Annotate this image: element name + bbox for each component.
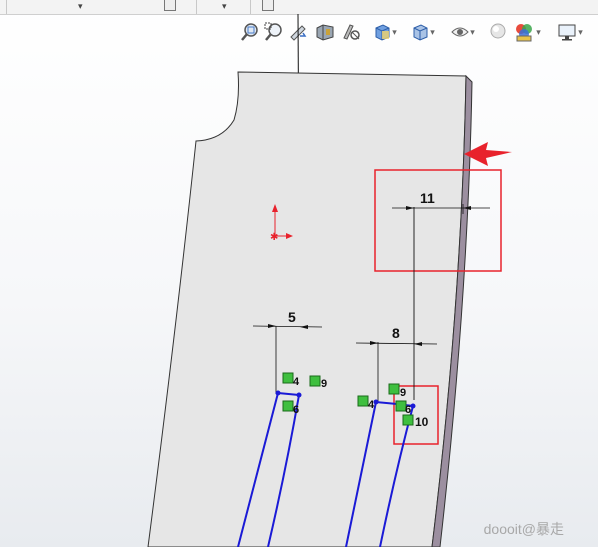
watermark: doooit@暴走 <box>483 521 564 537</box>
relation-icon <box>282 372 294 384</box>
relation-icon <box>402 414 414 426</box>
dimension-8-text[interactable]: 8 <box>392 325 400 341</box>
relation-label: 9 <box>400 387 406 399</box>
relation-label: 6 <box>293 404 299 416</box>
relation-label: 6 <box>405 404 411 416</box>
relation-label: 9 <box>321 378 327 390</box>
relation-label: 10 <box>415 415 429 429</box>
svg-text:✱: ✱ <box>270 232 278 243</box>
relation-label: 4 <box>293 376 300 388</box>
part-face[interactable] <box>147 71 467 547</box>
relation-icon <box>282 400 294 412</box>
annotation-arrow <box>464 142 512 166</box>
dimension-5-text[interactable]: 5 <box>288 309 296 325</box>
model-canvas: ✱ 5 8 11 4 9 6 4 9 6 10 <box>147 13 512 547</box>
graphics-area[interactable]: ▾ ▾ ▾ ▾ ▾ ▾ ▾ ✱ 5 8 11 4 9 6 4 9 6 10 do… <box>0 0 598 547</box>
dimension-11-text[interactable]: 11 <box>420 190 435 206</box>
relation-icon <box>357 395 369 407</box>
relation-icon <box>309 375 321 387</box>
relation-icon <box>388 383 400 395</box>
relation-label: 4 <box>368 399 375 411</box>
